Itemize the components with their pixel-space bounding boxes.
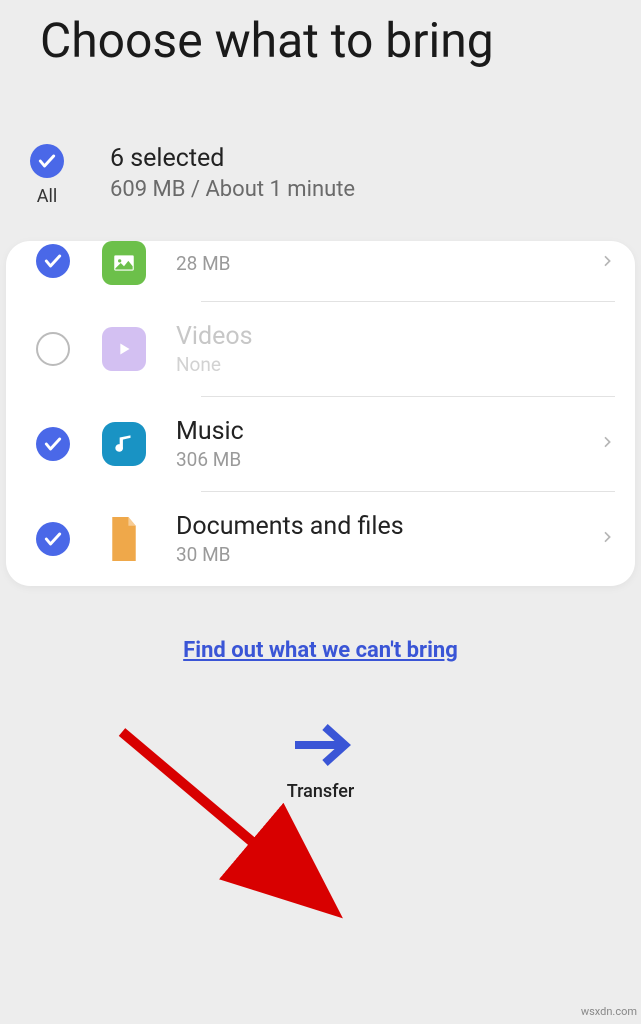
checkmark-icon bbox=[36, 427, 70, 461]
selected-count: 6 selected bbox=[110, 144, 355, 173]
item-label: Videos bbox=[176, 322, 615, 351]
transfer-button[interactable]: Transfer bbox=[0, 673, 641, 802]
select-all-toggle[interactable]: All bbox=[30, 144, 64, 207]
selected-size: 609 MB / About 1 minute bbox=[110, 177, 355, 202]
checkbox-unchecked-icon bbox=[36, 332, 70, 366]
checkmark-icon bbox=[36, 244, 70, 278]
checkmark-icon bbox=[36, 522, 70, 556]
arrow-right-icon bbox=[289, 721, 353, 769]
cant-bring-link[interactable]: Find out what we can't bring bbox=[183, 638, 458, 663]
item-size: None bbox=[176, 353, 615, 376]
list-item-videos[interactable]: Videos None bbox=[6, 302, 635, 396]
selection-summary: All 6 selected 609 MB / About 1 minute bbox=[0, 69, 641, 227]
music-icon bbox=[102, 422, 146, 466]
image-icon bbox=[102, 241, 146, 285]
chevron-right-icon bbox=[599, 253, 615, 273]
list-item-music[interactable]: Music 306 MB bbox=[6, 397, 635, 491]
document-icon bbox=[102, 517, 146, 561]
item-size: 306 MB bbox=[176, 448, 599, 471]
chevron-right-icon bbox=[599, 434, 615, 454]
category-list: 28 MB Videos None Music 306 MB bbox=[6, 241, 635, 586]
checkmark-icon bbox=[30, 144, 64, 178]
list-item-documents[interactable]: Documents and files 30 MB bbox=[6, 492, 635, 586]
item-size: 30 MB bbox=[176, 543, 599, 566]
watermark: wsxdn.com bbox=[581, 1005, 637, 1018]
transfer-label: Transfer bbox=[287, 781, 355, 802]
item-label: Music bbox=[176, 417, 599, 446]
info-link-row: Find out what we can't bring bbox=[0, 586, 641, 673]
select-all-label: All bbox=[37, 186, 58, 207]
item-label: Documents and files bbox=[176, 512, 599, 541]
page-title: Choose what to bring bbox=[0, 0, 641, 69]
item-size: 28 MB bbox=[176, 252, 599, 275]
video-icon bbox=[102, 327, 146, 371]
list-item-images[interactable]: 28 MB bbox=[6, 241, 635, 301]
chevron-right-icon bbox=[599, 529, 615, 549]
